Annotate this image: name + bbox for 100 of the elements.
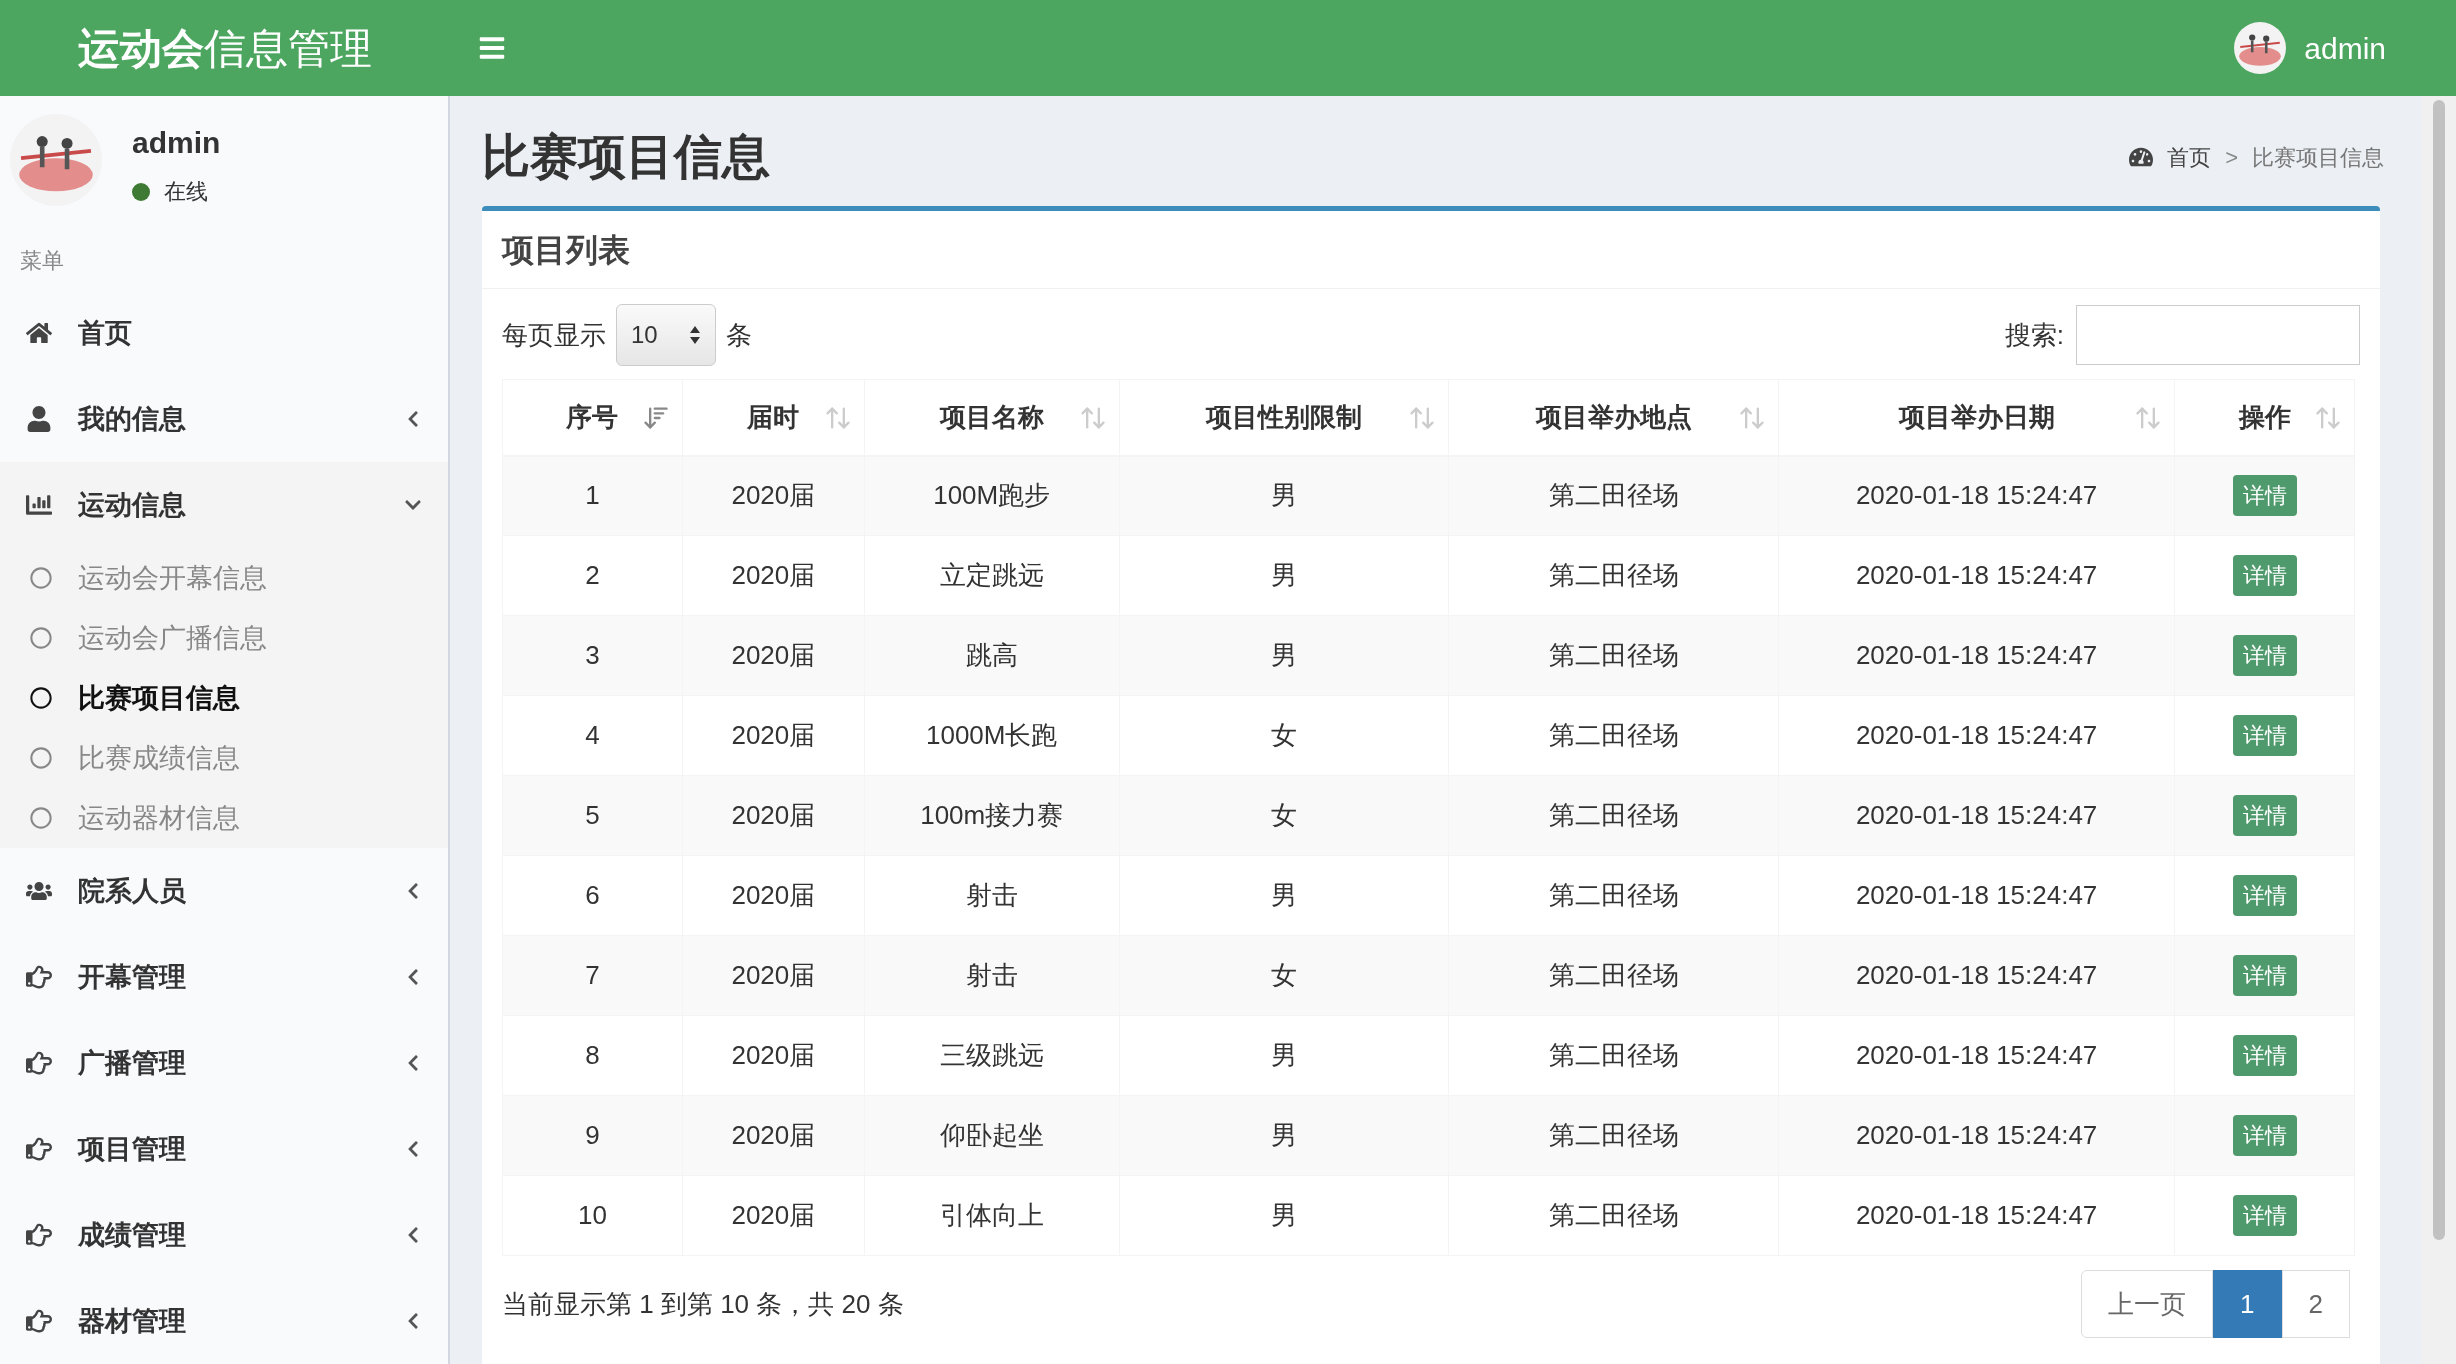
table-cell: 男 xyxy=(1271,560,1298,590)
table-cell: 女 xyxy=(1271,800,1298,830)
table-cell: 2020届 xyxy=(731,640,816,670)
table-cell: 男 xyxy=(1271,640,1298,670)
table-cell: 第二田径场 xyxy=(1548,800,1679,830)
table-cell: 2020届 xyxy=(731,800,816,830)
menu-item-icon xyxy=(26,964,52,990)
table-cell: 2020届 xyxy=(731,880,816,910)
menu-item[interactable]: 器材管理 xyxy=(0,1278,448,1364)
table-cell: 引体向上 xyxy=(939,1200,1044,1230)
table-cell: 2020-01-18 15:24:47 xyxy=(1855,1120,2098,1150)
table-cell: 5 xyxy=(585,800,600,830)
menu-item[interactable]: 我的信息 xyxy=(0,376,448,462)
scrollbar[interactable] xyxy=(2422,96,2456,1364)
table-cell: 男 xyxy=(1271,1200,1298,1230)
table-cell: 女 xyxy=(1271,720,1298,750)
table-cell: 2020-01-18 15:24:47 xyxy=(1855,880,2098,910)
page-size-label: 每页显示 xyxy=(502,318,606,352)
page-title: 比赛项目信息 xyxy=(482,129,770,185)
scrollbar-thumb[interactable] xyxy=(2433,100,2445,1240)
table-cell: 2020-01-18 15:24:47 xyxy=(1855,1200,2098,1230)
breadcrumb-link[interactable]: 首页 xyxy=(2167,140,2212,174)
table-cell: 三级跳远 xyxy=(939,1040,1044,1070)
table-cell: 男 xyxy=(1271,1040,1298,1070)
page-button[interactable]: 1 xyxy=(2213,1270,2282,1338)
table-cell: 2020届 xyxy=(731,1120,816,1150)
table-cell: 100M跑步 xyxy=(933,480,1051,511)
menu-item[interactable]: 广播管理 xyxy=(0,1020,448,1106)
search-label: 搜索: xyxy=(2004,318,2064,352)
profile-name: admin xyxy=(132,125,221,161)
page-button[interactable]: 2 xyxy=(2281,1270,2350,1338)
table-cell: 2020届 xyxy=(731,960,816,990)
table-cell: 仰卧起坐 xyxy=(939,1120,1044,1150)
page-button[interactable]: 上一页 xyxy=(2081,1270,2214,1338)
column-header[interactable]: 序号 xyxy=(502,379,683,456)
table-cell: 跳高 xyxy=(965,640,1018,670)
table-cell: 2020-01-18 15:24:47 xyxy=(1855,960,2098,990)
menu-item-icon xyxy=(26,320,52,346)
menu-item[interactable]: 首页 xyxy=(0,290,448,376)
menu-item[interactable]: 运动信息 xyxy=(0,462,448,548)
menu-item-icon xyxy=(26,1222,52,1248)
table-cell: 1 xyxy=(585,480,600,511)
panel-title: 项目列表 xyxy=(502,230,630,270)
column-header[interactable]: 项目性别限制 xyxy=(1119,379,1449,456)
table-cell: 男 xyxy=(1271,1120,1298,1150)
table-cell: 2020届 xyxy=(731,1040,816,1070)
table-cell: 8 xyxy=(585,1040,600,1070)
table-cell: 100m接力赛 xyxy=(920,800,1064,830)
dashboard-icon xyxy=(2129,145,2154,169)
column-header[interactable]: 操作 xyxy=(2174,379,2355,456)
table-cell: 2020-01-18 15:24:47 xyxy=(1855,800,2098,830)
search-field[interactable] xyxy=(2076,305,2360,365)
table-cell: 2020届 xyxy=(731,720,816,750)
column-header[interactable]: 项目名称 xyxy=(864,379,1120,456)
menu-item-icon xyxy=(26,492,52,518)
menu-item-icon xyxy=(26,1136,52,1162)
table-cell: 第二田径场 xyxy=(1548,1040,1679,1070)
table-cell: 2020-01-18 15:24:47 xyxy=(1855,480,2098,511)
table-cell: 2020-01-18 15:24:47 xyxy=(1855,640,2098,670)
table-cell: 2020届 xyxy=(731,480,816,511)
table-cell: 立定跳远 xyxy=(939,560,1044,590)
page-size-unit: 条 xyxy=(726,318,752,352)
menu-item[interactable]: 院系人员 xyxy=(0,848,448,934)
table-cell: 第二田径场 xyxy=(1548,960,1679,990)
menu-icon[interactable] xyxy=(478,34,506,62)
table-cell: 9 xyxy=(585,1120,600,1150)
table-cell: 第二田径场 xyxy=(1548,560,1679,590)
table-cell: 2020届 xyxy=(731,1200,816,1230)
breadcrumb-separator: > xyxy=(2225,143,2238,172)
table-cell: 第二田径场 xyxy=(1548,1200,1679,1230)
page-size-select[interactable]: 10 xyxy=(616,304,716,366)
column-header[interactable]: 项目举办地点 xyxy=(1448,379,1779,456)
menu-item[interactable]: 开幕管理 xyxy=(0,934,448,1020)
table-cell: 2020届 xyxy=(731,560,816,590)
table-cell: 射击 xyxy=(965,960,1018,990)
menu-item-icon xyxy=(26,1050,52,1076)
table-cell: 第二田径场 xyxy=(1548,480,1679,511)
menu-item[interactable]: 成绩管理 xyxy=(0,1192,448,1278)
select-arrows-icon xyxy=(689,324,701,346)
table-cell: 2 xyxy=(585,560,600,590)
table-cell: 6 xyxy=(585,880,600,910)
submenu-item[interactable]: 比赛项目信息 xyxy=(0,668,448,728)
table-cell: 10 xyxy=(578,1200,607,1230)
menu-item[interactable]: 项目管理 xyxy=(0,1106,448,1192)
breadcrumb-current: 比赛项目信息 xyxy=(2252,143,2384,172)
table-cell: 女 xyxy=(1271,960,1298,990)
column-header[interactable]: 项目举办日期 xyxy=(1778,379,2175,456)
table-cell: 2020-01-18 15:24:47 xyxy=(1855,1040,2098,1070)
column-header[interactable]: 届时 xyxy=(682,379,865,456)
table-cell: 第二田径场 xyxy=(1548,640,1679,670)
table-cell: 1000M长跑 xyxy=(926,720,1058,750)
status-text: 在线 xyxy=(164,178,208,206)
menu-item-icon xyxy=(26,406,52,432)
table-info: 当前显示第 1 到第 10 条，共 20 条 xyxy=(502,1287,904,1321)
table-cell: 男 xyxy=(1271,880,1298,910)
table-cell: 2020-01-18 15:24:47 xyxy=(1855,720,2098,750)
table-cell: 男 xyxy=(1271,480,1298,511)
table-cell: 射击 xyxy=(965,880,1018,910)
menu-item-icon xyxy=(26,1308,52,1334)
table-cell: 7 xyxy=(585,960,600,990)
